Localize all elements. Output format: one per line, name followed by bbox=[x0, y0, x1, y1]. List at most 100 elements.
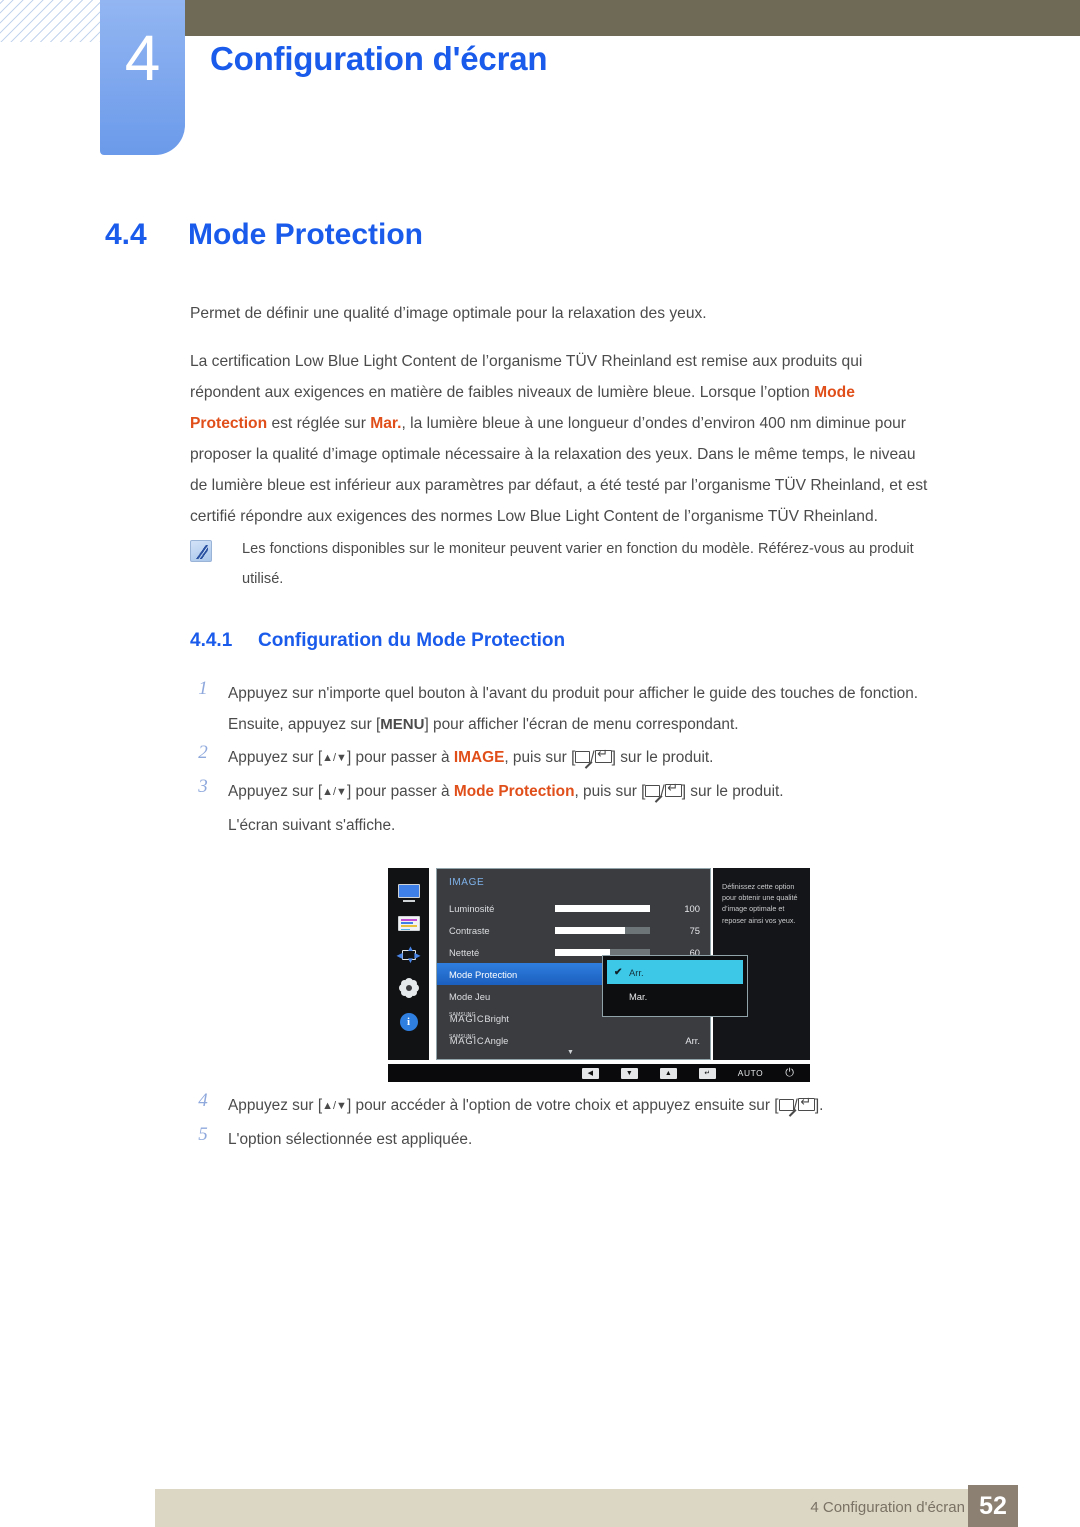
monitor-icon[interactable] bbox=[397, 884, 420, 902]
note-text: Les fonctions disponibles sur le moniteu… bbox=[242, 541, 914, 587]
scroll-down-caret-icon[interactable]: ▼ bbox=[567, 1049, 574, 1056]
para2-part-a: La certification Low Blue Light Content … bbox=[190, 353, 863, 401]
step-2-text: Appuyez sur [▲/▼] pour passer à IMAGE, p… bbox=[228, 742, 950, 774]
para2-part-b: est réglée sur bbox=[267, 415, 371, 432]
osd-menu-title: IMAGE bbox=[449, 877, 485, 888]
magic-suffix: Angle bbox=[484, 1035, 509, 1046]
section-number: 4.4 bbox=[105, 218, 147, 251]
up-down-key-icon: ▲/▼ bbox=[322, 786, 347, 798]
dropdown-option-label: Mar. bbox=[629, 990, 648, 1002]
osd-row-label: Netteté bbox=[449, 946, 480, 958]
step-5-number: 5 bbox=[198, 1124, 208, 1145]
step-1: 1 Appuyez sur n'importe quel bouton à l'… bbox=[190, 678, 950, 740]
step-3-text: Appuyez sur [▲/▼] pour passer à Mode Pro… bbox=[228, 776, 950, 808]
osd-main-panel: IMAGE Luminosité 100 Contraste 75 Nettet… bbox=[436, 868, 748, 1060]
position-icon[interactable]: ▲ ▼ ◀ ▶ bbox=[397, 945, 421, 965]
keyword-mar: Mar. bbox=[370, 415, 402, 432]
magic-word: MAGIC bbox=[449, 1035, 485, 1046]
up-down-key-icon: ▲/▼ bbox=[322, 752, 347, 764]
subsection-number: 4.4.1 bbox=[190, 630, 233, 651]
slash-1: / bbox=[590, 749, 595, 766]
step-3-part-a: Appuyez sur [ bbox=[228, 783, 323, 800]
osd-row-label: Luminosité bbox=[449, 902, 495, 914]
menu-key-label: MENU bbox=[380, 716, 425, 733]
osd-auto-label[interactable]: AUTO bbox=[738, 1068, 764, 1078]
step-1-part-b: ] pour afficher l'écran de menu correspo… bbox=[424, 716, 739, 733]
step-5-text: L'option sélectionnée est appliquée. bbox=[228, 1131, 473, 1148]
dropdown-option-mar[interactable]: Mar. bbox=[603, 984, 747, 1008]
picture-icon[interactable] bbox=[397, 916, 420, 931]
step-3: 3 Appuyez sur [▲/▼] pour passer à Mode P… bbox=[190, 776, 950, 808]
osd-enter-button-icon[interactable]: ↵ bbox=[698, 1067, 716, 1079]
magic-suffix: Bright bbox=[484, 1013, 509, 1024]
osd-row-label: SAMSUNGMAGICBright bbox=[449, 1012, 509, 1024]
up-down-key-icon: ▲/▼ bbox=[322, 1100, 347, 1112]
osd-up-button-icon[interactable]: ▲ bbox=[659, 1067, 677, 1079]
source-key-icon bbox=[778, 1099, 794, 1111]
enter-key-icon bbox=[664, 781, 682, 797]
magic-word: MAGIC bbox=[449, 1013, 485, 1024]
osd-slider-luminosite[interactable] bbox=[555, 904, 650, 912]
step-2-number: 2 bbox=[198, 742, 208, 763]
step-3-part-b: ] pour passer à bbox=[346, 783, 454, 800]
check-icon: ✔ bbox=[614, 966, 623, 978]
osd-row-label: Contraste bbox=[449, 924, 490, 936]
chapter-number: 4 bbox=[124, 22, 161, 94]
osd-row-mode-protection[interactable]: Mode Protection bbox=[437, 963, 619, 985]
osd-row-contraste[interactable]: Contraste 75 bbox=[437, 919, 712, 941]
osd-row-label: SAMSUNGMAGICAngle bbox=[449, 1034, 508, 1046]
osd-row-luminosite[interactable]: Luminosité 100 bbox=[437, 897, 712, 919]
intro-paragraph-1: Permet de définir une qualité d’image op… bbox=[190, 305, 707, 322]
osd-row-value: Arr. bbox=[685, 1034, 700, 1046]
osd-row-value: 75 bbox=[689, 924, 700, 936]
keyword-mode-protection: Mode Protection bbox=[453, 783, 575, 800]
footer-chapter-label: 4 Configuration d'écran bbox=[810, 1499, 965, 1516]
step-3-part-d: ] sur le produit. bbox=[681, 783, 784, 800]
step-4: 4 Appuyez sur [▲/▼] pour accéder à l'opt… bbox=[190, 1090, 950, 1122]
osd-slider-contraste[interactable] bbox=[555, 926, 650, 934]
osd-row-magicangle[interactable]: SAMSUNGMAGICAngle Arr. bbox=[437, 1029, 712, 1051]
dropdown-option-arr[interactable]: ✔ Arr. bbox=[607, 960, 743, 984]
source-key-icon bbox=[645, 785, 661, 797]
osd-left-button-icon[interactable]: ◀ bbox=[581, 1067, 599, 1079]
gear-icon[interactable] bbox=[400, 979, 418, 997]
step-4-part-a: Appuyez sur [ bbox=[228, 1097, 323, 1114]
footer-page-number: 52 bbox=[968, 1485, 1018, 1527]
power-icon[interactable]: ⏻ bbox=[785, 1067, 794, 1079]
osd-sidebar: ▲ ▼ ◀ ▶ i bbox=[388, 868, 429, 1060]
step-3-note-text: L'écran suivant s'affiche. bbox=[228, 817, 396, 834]
source-key-icon bbox=[575, 751, 591, 763]
osd-dropdown-mode-protection[interactable]: ✔ Arr. Mar. bbox=[602, 955, 748, 1017]
osd-row-value: 100 bbox=[684, 902, 700, 914]
step-5: 5 L'option sélectionnée est appliquée. bbox=[190, 1124, 950, 1155]
info-icon[interactable]: i bbox=[399, 1013, 418, 1031]
step-3-part-c: , puis sur [ bbox=[574, 783, 646, 800]
step-3-note: L'écran suivant s'affiche. bbox=[190, 810, 950, 841]
step-2-part-b: ] pour passer à bbox=[346, 749, 454, 766]
intro-paragraph-2: La certification Low Blue Light Content … bbox=[190, 346, 930, 532]
step-2-part-c: , puis sur [ bbox=[504, 749, 576, 766]
enter-key-icon bbox=[797, 1095, 815, 1111]
chapter-title: Configuration d'écran bbox=[210, 40, 548, 77]
osd-down-button-icon[interactable]: ▼ bbox=[620, 1067, 638, 1079]
dropdown-option-label: Arr. bbox=[629, 966, 644, 978]
enter-key-icon bbox=[594, 747, 612, 763]
step-1-text: Appuyez sur n'importe quel bouton à l'av… bbox=[228, 678, 950, 740]
header-bar bbox=[160, 0, 1080, 36]
note-block: Les fonctions disponibles sur le moniteu… bbox=[190, 534, 950, 594]
step-2-part-d: ] sur le produit. bbox=[611, 749, 714, 766]
subsection-title: Configuration du Mode Protection bbox=[258, 630, 566, 651]
step-3-number: 3 bbox=[198, 776, 208, 797]
section-title: Mode Protection bbox=[188, 218, 424, 251]
osd-row-label: Mode Jeu bbox=[449, 990, 491, 1002]
samsung-note-icon bbox=[190, 540, 212, 562]
step-2: 2 Appuyez sur [▲/▼] pour passer à IMAGE,… bbox=[190, 742, 950, 774]
step-4-part-c: ]. bbox=[814, 1097, 824, 1114]
step-1-number: 1 bbox=[198, 678, 208, 699]
step-4-number: 4 bbox=[198, 1090, 208, 1111]
step-2-part-a: Appuyez sur [ bbox=[228, 749, 323, 766]
osd-help-text: Définissez cette option pour obtenir une… bbox=[722, 882, 798, 925]
osd-row-label: Mode Protection bbox=[449, 968, 518, 980]
step-4-part-b: ] pour accéder à l'option de votre choix… bbox=[346, 1097, 779, 1114]
step-4-text: Appuyez sur [▲/▼] pour accéder à l'optio… bbox=[228, 1090, 950, 1122]
